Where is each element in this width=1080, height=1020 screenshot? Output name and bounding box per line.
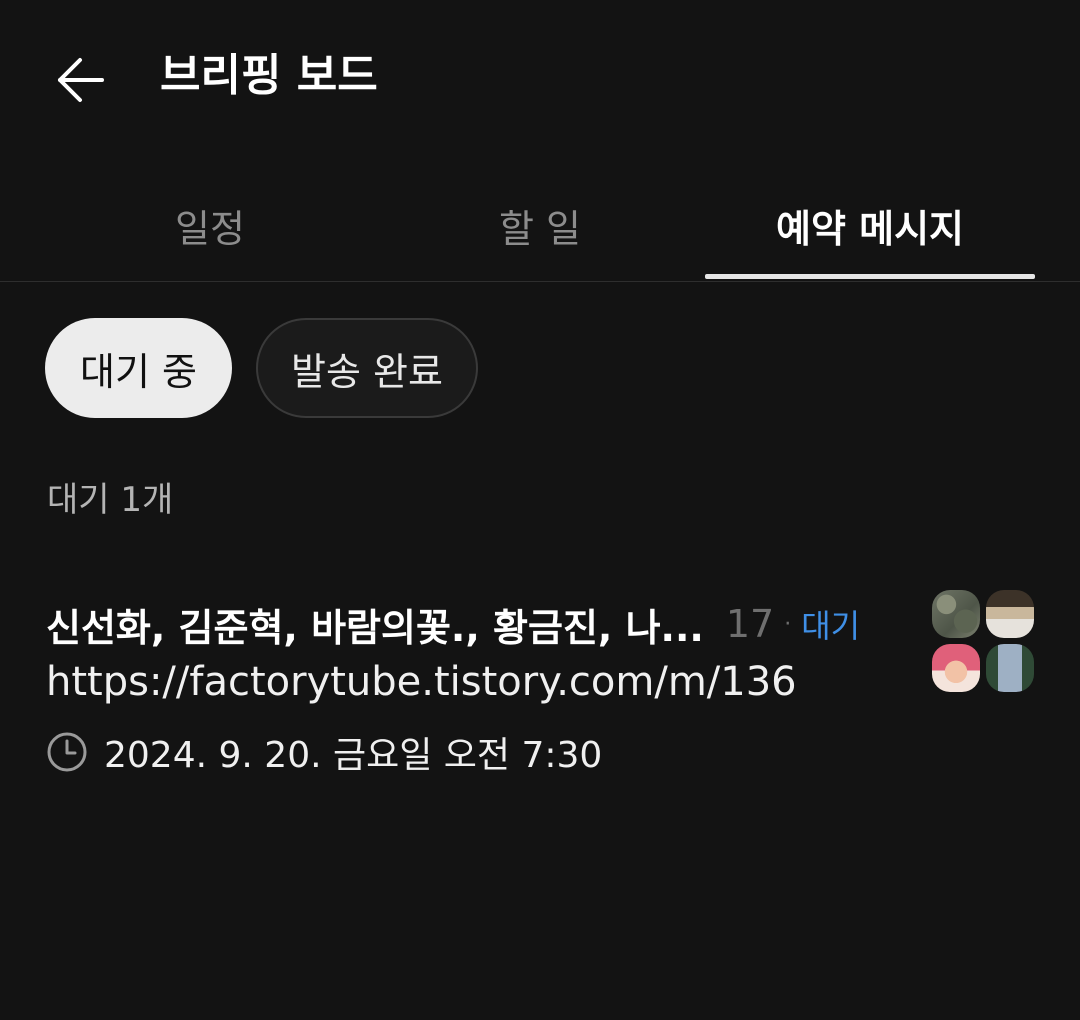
back-button[interactable] <box>48 48 112 112</box>
message-recipients: 신선화, 김준혁, 바람의꽃., 황금진, 나... <box>46 605 704 650</box>
tab-todo[interactable]: 할 일 <box>375 170 705 281</box>
filter-sent-chip[interactable]: 발송 완료 <box>256 318 478 418</box>
tab-schedule[interactable]: 일정 <box>45 170 375 281</box>
filter-pending-chip[interactable]: 대기 중 <box>45 318 232 418</box>
avatar <box>986 644 1034 692</box>
tab-bar: 일정 할 일 예약 메시지 <box>0 170 1080 282</box>
scheduled-time: 2024. 9. 20. 금요일 오전 7:30 <box>104 735 603 776</box>
separator-dot: · <box>784 611 792 637</box>
avatar <box>932 644 980 692</box>
tab-scheduled-messages[interactable]: 예약 메시지 <box>705 170 1035 281</box>
avatar <box>932 590 980 638</box>
avatar <box>986 590 1034 638</box>
app-header: 브리핑 보드 <box>0 0 1080 160</box>
scheduled-message-item[interactable]: 신선화, 김준혁, 바람의꽃., 황금진, 나... 17 · 대기 https… <box>0 570 1080 790</box>
recipient-count: 17 <box>725 602 775 646</box>
pending-count-label: 대기 1개 <box>47 480 174 520</box>
recipient-avatars <box>932 590 1036 694</box>
active-tab-indicator <box>705 274 1035 279</box>
clock-icon <box>46 731 88 773</box>
message-header-row: 신선화, 김준혁, 바람의꽃., 황금진, 나... 17 · 대기 <box>46 596 896 652</box>
message-content: https://factorytube.tistory.com/m/136 <box>46 659 797 705</box>
schedule-time-row: 2024. 9. 20. 금요일 오전 7:30 <box>46 726 602 778</box>
arrow-left-icon <box>58 58 104 102</box>
page-title: 브리핑 보드 <box>160 50 378 101</box>
status-badge: 대기 <box>801 607 861 645</box>
